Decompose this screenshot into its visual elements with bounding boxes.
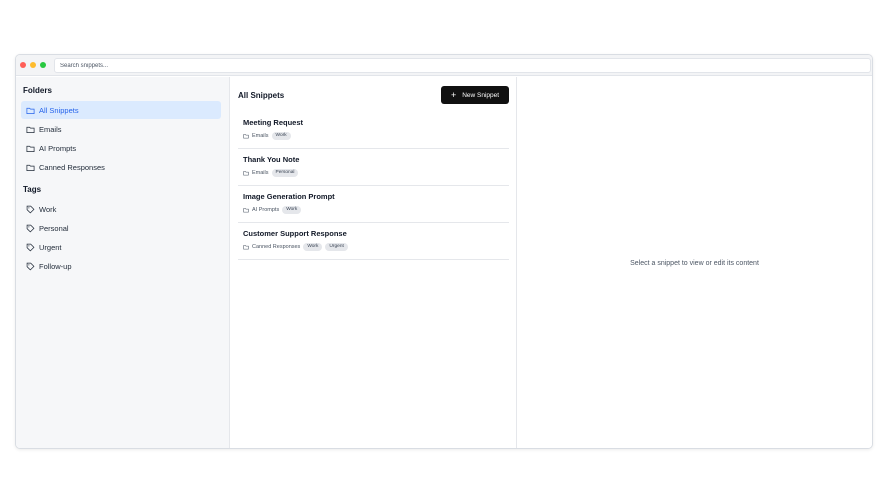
snippet-title: Meeting Request <box>243 118 304 127</box>
sidebar-item-label: All Snippets <box>39 105 79 115</box>
sidebar-item-label: Work <box>39 204 57 214</box>
tag-icon <box>26 205 35 214</box>
search-box <box>54 58 871 73</box>
tag-icon <box>26 243 35 252</box>
tag-badge: Work <box>282 206 302 214</box>
snippet-meta: Emails Work <box>243 132 291 140</box>
sidebar-item-all-snippets[interactable]: All Snippets <box>21 101 221 119</box>
snippet-meta: AI Prompts Work <box>243 206 302 214</box>
new-snippet-button[interactable]: + New Snippet <box>441 86 509 104</box>
folder-icon <box>26 144 35 153</box>
snippet-folder: Emails <box>252 132 269 139</box>
snippet-item-customer-support-response[interactable]: Customer Support Response Canned Respons… <box>238 223 509 260</box>
folder-icon <box>243 133 249 139</box>
sidebar-item-label: Follow-up <box>39 261 72 271</box>
snippet-meta: Canned Responses Work Urgent <box>243 243 348 251</box>
plus-icon: + <box>450 89 457 100</box>
tag-badge: Work <box>303 243 323 251</box>
sidebar-item-label: Emails <box>39 124 62 134</box>
detail-panel: Select a snippet to view or edit its con… <box>517 77 872 448</box>
folder-icon <box>26 125 35 134</box>
snippet-list-panel: All Snippets + New Snippet Meeting Reque… <box>230 77 517 448</box>
snippet-meta: Emails Personal <box>243 169 299 177</box>
snippet-folder: Emails <box>252 169 269 176</box>
title-bar <box>16 55 872 76</box>
snippet-item-meeting-request[interactable]: Meeting Request Emails Work <box>238 112 509 149</box>
sidebar-item-label: AI Prompts <box>39 143 77 153</box>
sidebar-item-emails[interactable]: Emails <box>21 120 221 138</box>
snippet-item-image-generation-prompt[interactable]: Image Generation Prompt AI Prompts Work <box>238 186 509 223</box>
folder-icon <box>243 170 249 176</box>
folder-icon <box>243 207 249 213</box>
minimize-window-button[interactable] <box>30 62 36 68</box>
sidebar-item-ai-prompts[interactable]: AI Prompts <box>21 139 221 157</box>
sidebar-item-canned-responses[interactable]: Canned Responses <box>21 158 221 176</box>
search-input[interactable] <box>55 59 870 72</box>
snippet-title: Customer Support Response <box>243 229 347 238</box>
sidebar-item-tag-personal[interactable]: Personal <box>21 219 221 237</box>
tag-icon <box>26 224 35 233</box>
folder-icon <box>26 163 35 172</box>
snippet-folder: Canned Responses <box>252 243 301 250</box>
maximize-window-button[interactable] <box>40 62 46 68</box>
close-window-button[interactable] <box>20 62 26 68</box>
tag-icon <box>26 262 35 271</box>
sidebar: Folders All Snippets Emails AI Prompts C… <box>16 77 230 448</box>
snippet-folder: AI Prompts <box>252 206 280 213</box>
sidebar-item-label: Canned Responses <box>39 162 105 172</box>
sidebar-item-tag-work[interactable]: Work <box>21 200 221 218</box>
empty-state-message: Select a snippet to view or edit its con… <box>630 260 759 267</box>
snippet-title: Thank You Note <box>243 155 300 164</box>
sidebar-item-label: Personal <box>39 223 69 233</box>
folder-icon <box>26 106 35 115</box>
snippet-title: Image Generation Prompt <box>243 192 335 201</box>
folders-heading: Folders <box>23 86 52 95</box>
app-window: Folders All Snippets Emails AI Prompts C… <box>15 54 873 449</box>
tag-badge: Personal <box>271 169 299 177</box>
tags-heading: Tags <box>23 185 42 194</box>
tag-badge: Work <box>271 132 291 140</box>
folder-icon <box>243 244 249 250</box>
sidebar-item-tag-urgent[interactable]: Urgent <box>21 238 221 256</box>
tag-badge: Urgent <box>325 243 348 251</box>
snippet-item-thank-you-note[interactable]: Thank You Note Emails Personal <box>238 149 509 186</box>
list-title: All Snippets <box>238 91 285 100</box>
new-snippet-label: New Snippet <box>462 91 500 99</box>
sidebar-item-tag-follow-up[interactable]: Follow-up <box>21 257 221 275</box>
sidebar-item-label: Urgent <box>39 242 62 252</box>
